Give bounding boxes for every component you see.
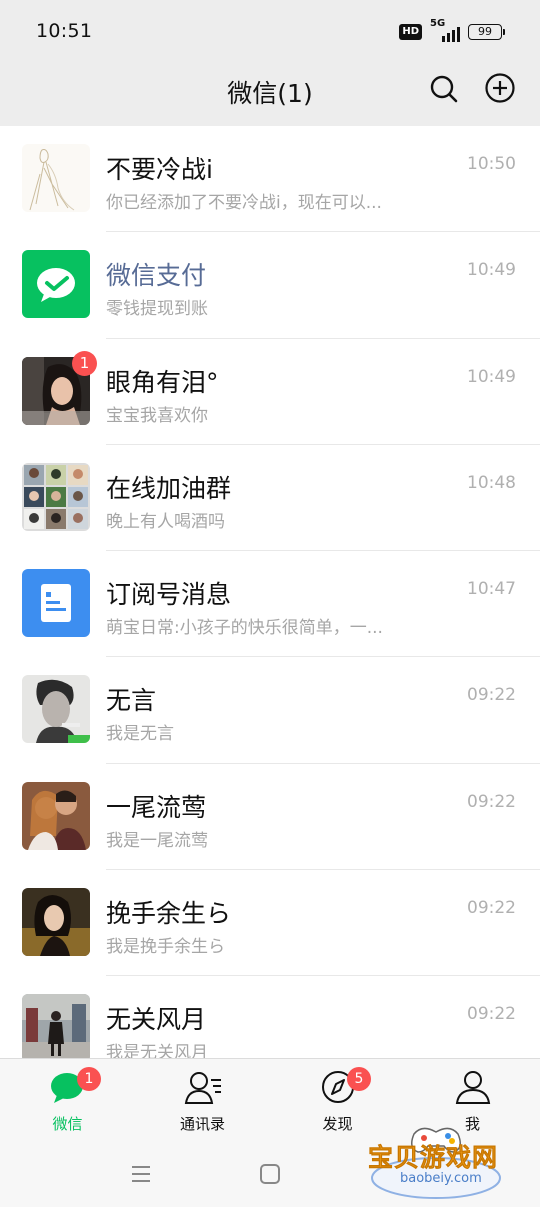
site-watermark: 宝贝游戏网 baobeiy.com [362, 1118, 510, 1202]
status-icons: HD 5G 99 [399, 18, 505, 42]
signal-icon: 5G [430, 18, 460, 42]
wechat-pay-icon [22, 250, 90, 319]
chat-name: 在线加油群 [106, 473, 232, 503]
chat-name: 挽手余生ら [106, 899, 232, 929]
title-bar: 微信(1) [0, 62, 540, 126]
chat-item[interactable]: 无关风月 我是无关风月 09:22 [0, 976, 540, 1058]
chat-name: 无关风月 [106, 1005, 207, 1035]
chat-item[interactable]: 订阅号消息 萌宝日常:小孩子的快乐很简单，一... 10:47 [0, 551, 540, 658]
group-grid-avatar [22, 462, 90, 531]
chat-time: 09:22 [467, 791, 516, 812]
chat-time: 10:47 [467, 579, 516, 600]
tab-chats[interactable]: 1 微信 [0, 1059, 135, 1141]
status-bar: 10:51 HD 5G 99 [0, 0, 540, 62]
chat-item[interactable]: 1 眼角有泪° 宝宝我喜欢你 10:49 [0, 338, 540, 445]
home-square-icon [260, 1164, 280, 1184]
chat-preview: 我是挽手余生ら [106, 937, 225, 958]
hd-icon: HD [399, 24, 422, 40]
woman-portrait-avatar [22, 888, 90, 957]
tab-label: 通讯录 [179, 1115, 225, 1133]
watermark-url: baobeiy.com [400, 1171, 482, 1186]
chat-name: 一尾流莺 [106, 792, 207, 822]
person-icon [455, 1071, 490, 1104]
chat-preview: 我是一尾流莺 [106, 830, 208, 851]
chat-name: 订阅号消息 [106, 580, 232, 610]
chat-item[interactable]: 微信支付 零钱提现到账 10:49 [0, 232, 540, 339]
chat-preview: 宝宝我喜欢你 [106, 405, 208, 426]
chat-time: 09:22 [467, 1004, 516, 1025]
chat-item[interactable]: 挽手余生ら 我是挽手余生ら 09:22 [0, 870, 540, 977]
contacts-icon [184, 1072, 221, 1104]
street-photo-avatar [22, 994, 90, 1058]
chat-preview: 我是无言 [106, 724, 174, 745]
chat-name: 不要冷战i [106, 155, 213, 184]
search-button[interactable] [424, 70, 464, 110]
man-smoking-avatar [22, 675, 90, 744]
menu-icon [132, 1166, 150, 1182]
chat-preview: 晚上有人喝酒吗 [106, 511, 225, 532]
chat-item[interactable]: 无言 我是无言 09:22 [0, 657, 540, 764]
chat-item[interactable]: 在线加油群 晚上有人喝酒吗 10:48 [0, 444, 540, 552]
tab-badge: 1 [77, 1067, 101, 1091]
chat-item[interactable]: 一尾流莺 我是一尾流莺 09:22 [0, 763, 540, 871]
chat-item[interactable]: 不要冷战i 你已经添加了不要冷战i，现在可以... 10:50 [0, 126, 540, 233]
chat-preview: 零钱提现到账 [106, 299, 208, 320]
subscription-doc-icon [22, 569, 90, 638]
plus-circle-icon [485, 73, 515, 103]
home-nav-button[interactable] [258, 1162, 282, 1186]
chat-time: 10:49 [467, 260, 516, 281]
watermark-title: 宝贝游戏网 [368, 1143, 499, 1173]
menu-nav-button[interactable] [129, 1162, 153, 1186]
chat-preview: 你已经添加了不要冷战i，现在可以... [106, 193, 382, 213]
chat-preview: 萌宝日常:小孩子的快乐很简单，一... [106, 618, 383, 639]
chat-preview: 我是无关风月 [106, 1043, 208, 1058]
chat-list: 不要冷战i 你已经添加了不要冷战i，现在可以... 10:50 微信支付 零钱提… [0, 126, 540, 1058]
chat-name: 无言 [106, 686, 157, 716]
search-icon [430, 75, 458, 103]
status-time: 10:51 [36, 20, 93, 42]
tab-badge: 5 [347, 1067, 371, 1091]
chat-time: 09:22 [467, 685, 516, 706]
chat-name: 微信支付 [106, 261, 207, 291]
chat-time: 10:50 [467, 154, 516, 174]
battery-icon: 99 [468, 24, 505, 40]
tab-contacts[interactable]: 通讯录 [135, 1059, 270, 1141]
sketch-avatar [22, 144, 90, 212]
couple-photo-avatar [22, 781, 90, 850]
tab-label: 微信 [52, 1115, 83, 1133]
add-button[interactable] [480, 70, 520, 110]
unread-badge: 1 [72, 350, 97, 376]
chat-name: 眼角有泪° [106, 367, 219, 397]
chat-time: 09:22 [467, 898, 516, 919]
chat-time: 10:48 [467, 472, 516, 493]
chat-time: 10:49 [467, 366, 516, 387]
